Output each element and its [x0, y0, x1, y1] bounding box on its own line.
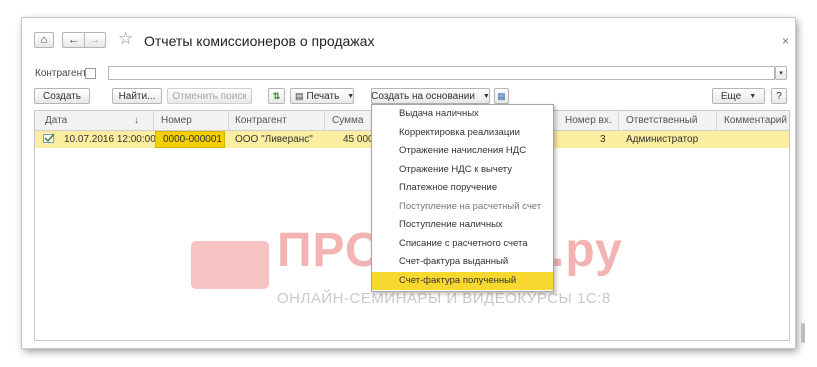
row-responsible: Администратор	[626, 134, 699, 145]
column-header-sum[interactable]: Сумма	[332, 115, 363, 126]
counterparty-dropdown-button[interactable]: ▾	[775, 66, 787, 80]
column-header-responsible[interactable]: Ответственный	[626, 115, 697, 126]
watermark-logo	[191, 241, 269, 289]
print-button[interactable]: ▤ Печать ▼	[290, 88, 354, 104]
column-header-counterparty[interactable]: Контрагент	[235, 115, 287, 126]
menu-item-bank-withdrawal[interactable]: Списание с расчетного счета	[372, 235, 553, 254]
counterparty-filter-label: Контрагент:	[35, 68, 90, 79]
column-header-number[interactable]: Номер	[161, 115, 192, 126]
column-header-date[interactable]: Дата	[45, 115, 67, 126]
row-sum: 45 000	[343, 134, 374, 145]
close-icon[interactable]: ×	[782, 34, 789, 48]
edit-document-icon: ⇅	[272, 90, 281, 101]
menu-item-payment-order[interactable]: Платежное поручение	[372, 179, 553, 198]
dropdown-arrow-icon: ▼	[347, 92, 355, 100]
menu-item-invoice-received[interactable]: Счет-фактура полученный	[372, 271, 553, 290]
document-structure-icon: ▦	[497, 90, 506, 101]
forward-button[interactable]: →	[84, 32, 106, 48]
back-button[interactable]: ←	[62, 32, 84, 48]
row-number-cell[interactable]: 0000-000001	[155, 131, 225, 148]
counterparty-filter-checkbox[interactable]	[85, 68, 96, 79]
create-button[interactable]: Создать	[34, 88, 90, 104]
printer-icon: ▤	[295, 90, 304, 101]
sort-arrow-icon: ↓	[134, 115, 139, 126]
column-header-comment[interactable]: Комментарий	[724, 115, 787, 126]
star-icon[interactable]: ☆	[118, 29, 133, 49]
counterparty-filter-input[interactable]	[108, 66, 775, 80]
dropdown-arrow-icon: ▼	[749, 92, 757, 100]
menu-item-sales-adjustment[interactable]: Корректировка реализации	[372, 124, 553, 143]
home-button[interactable]: ⌂	[34, 32, 54, 48]
create-based-on-menu: Выдача наличных Корректировка реализации…	[371, 104, 554, 292]
row-counterparty: ООО "Ливеранс"	[235, 134, 313, 145]
menu-item-invoice-issued[interactable]: Счет-фактура выданный	[372, 253, 553, 272]
help-button[interactable]: ?	[771, 88, 787, 104]
create-based-on-button[interactable]: Создать на основании ▼	[371, 88, 490, 104]
find-button[interactable]: Найти...	[112, 88, 162, 104]
row-date: 10.07.2016 12:00:00	[64, 134, 156, 145]
vertical-scrollbar-thumb[interactable]	[801, 323, 805, 343]
home-icon: ⌂	[40, 34, 48, 46]
menu-item-cash-issue[interactable]: Выдача наличных	[372, 105, 553, 124]
watermark-subtitle: ОНЛАЙН-СЕМИНАРЫ И ВИДЕОКУРСЫ 1С:8	[277, 290, 611, 307]
document-structure-button[interactable]: ▦	[494, 88, 509, 104]
dropdown-icon: ▾	[779, 70, 783, 77]
dropdown-arrow-icon: ▼	[482, 92, 490, 100]
edit-document-button[interactable]: ⇅	[268, 88, 285, 104]
menu-item-bank-receipt[interactable]: Поступление на расчетный счет	[372, 198, 553, 217]
row-number: 0000-000001	[163, 134, 222, 145]
menu-item-cash-receipt[interactable]: Поступление наличных	[372, 216, 553, 235]
menu-item-vat-accrual[interactable]: Отражение начисления НДС	[372, 142, 553, 161]
cancel-search-button[interactable]: Отменить поиск	[167, 88, 252, 104]
more-button[interactable]: Еще ▼	[712, 88, 765, 104]
row-incoming-number: 3	[600, 134, 606, 145]
column-header-incoming-number[interactable]: Номер вх.	[565, 115, 612, 126]
forward-arrow-icon: →	[89, 34, 101, 46]
app-window: ⌂ ← → ☆ Отчеты комиссионеров о продажах …	[22, 18, 805, 348]
back-arrow-icon: ←	[68, 34, 79, 46]
page-title: Отчеты комиссионеров о продажах	[144, 33, 375, 49]
menu-item-vat-deduction[interactable]: Отражение НДС к вычету	[372, 161, 553, 180]
document-posted-icon	[43, 133, 55, 147]
